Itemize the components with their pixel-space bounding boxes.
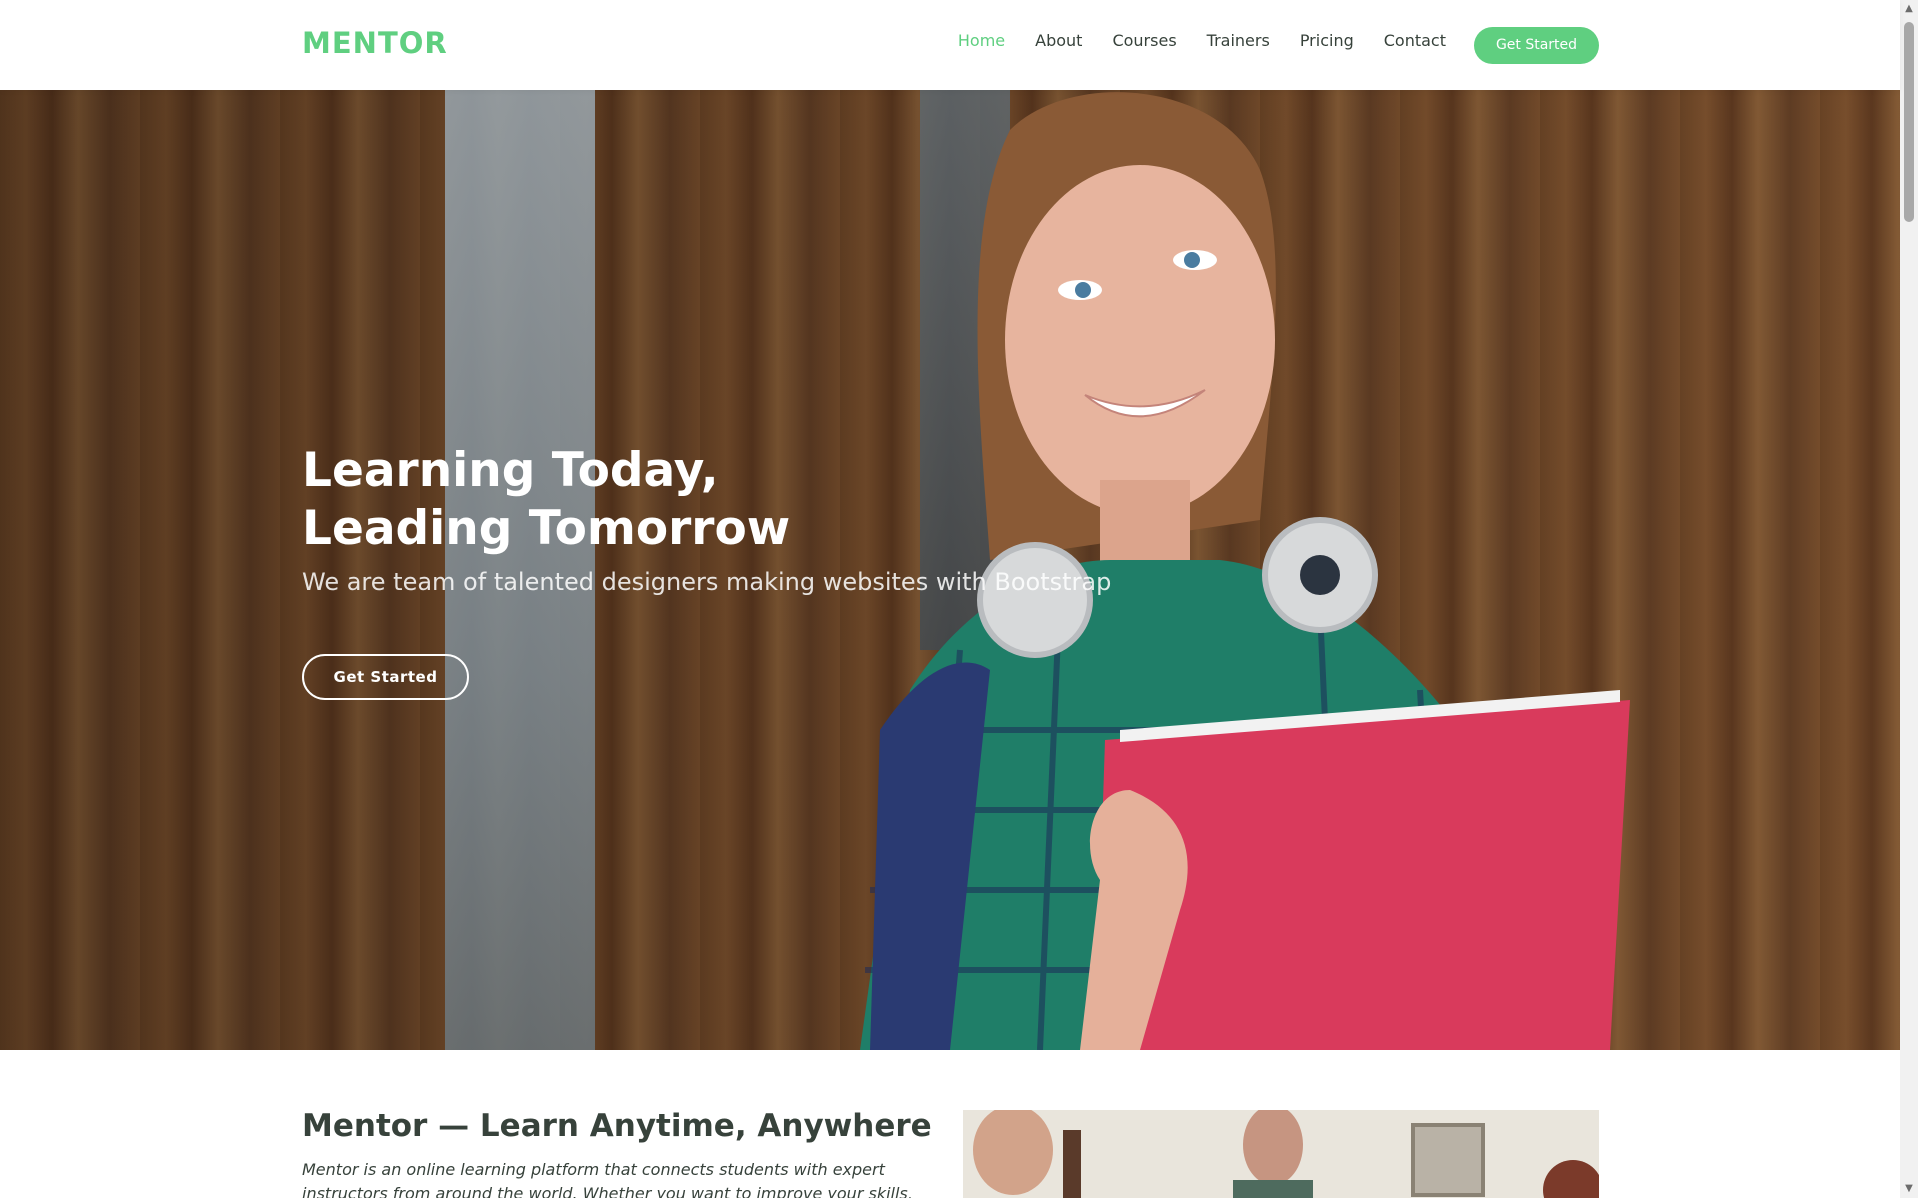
nav-about[interactable]: About bbox=[1035, 31, 1082, 50]
scroll-down-icon[interactable]: ▼ bbox=[1903, 1184, 1915, 1194]
nav-contact[interactable]: Contact bbox=[1384, 31, 1446, 50]
nav-home[interactable]: Home bbox=[958, 31, 1005, 50]
nav-trainers[interactable]: Trainers bbox=[1207, 31, 1270, 50]
scroll-up-icon[interactable]: ▲ bbox=[1903, 4, 1915, 14]
site-header: MENTOR Home About Courses Trainers Prici… bbox=[0, 0, 1900, 90]
hero-get-started-button[interactable]: Get Started bbox=[302, 654, 469, 700]
nav-pricing[interactable]: Pricing bbox=[1300, 31, 1354, 50]
hero-title: Learning Today, Leading Tomorrow bbox=[302, 442, 1082, 558]
main-nav: Home About Courses Trainers Pricing Cont… bbox=[958, 31, 1446, 50]
hero-title-line-1: Learning Today, bbox=[302, 443, 719, 498]
header-get-started-button[interactable]: Get Started bbox=[1474, 27, 1599, 64]
scroll-thumb[interactable] bbox=[1904, 22, 1914, 222]
hero-section: Learning Today, Leading Tomorrow We are … bbox=[0, 90, 1900, 1050]
page-scrollbar[interactable]: ▲ ▼ bbox=[1900, 0, 1918, 1198]
about-title: Mentor — Learn Anytime, Anywhere bbox=[302, 1108, 932, 1144]
hero-subtitle: We are team of talented designers making… bbox=[302, 568, 1112, 596]
about-people-image bbox=[963, 1110, 1599, 1198]
about-image bbox=[963, 1110, 1599, 1198]
nav-courses[interactable]: Courses bbox=[1112, 31, 1176, 50]
hero-title-line-2: Leading Tomorrow bbox=[302, 501, 791, 556]
about-text: Mentor is an online learning platform th… bbox=[302, 1160, 913, 1198]
site-logo[interactable]: MENTOR bbox=[302, 26, 448, 60]
